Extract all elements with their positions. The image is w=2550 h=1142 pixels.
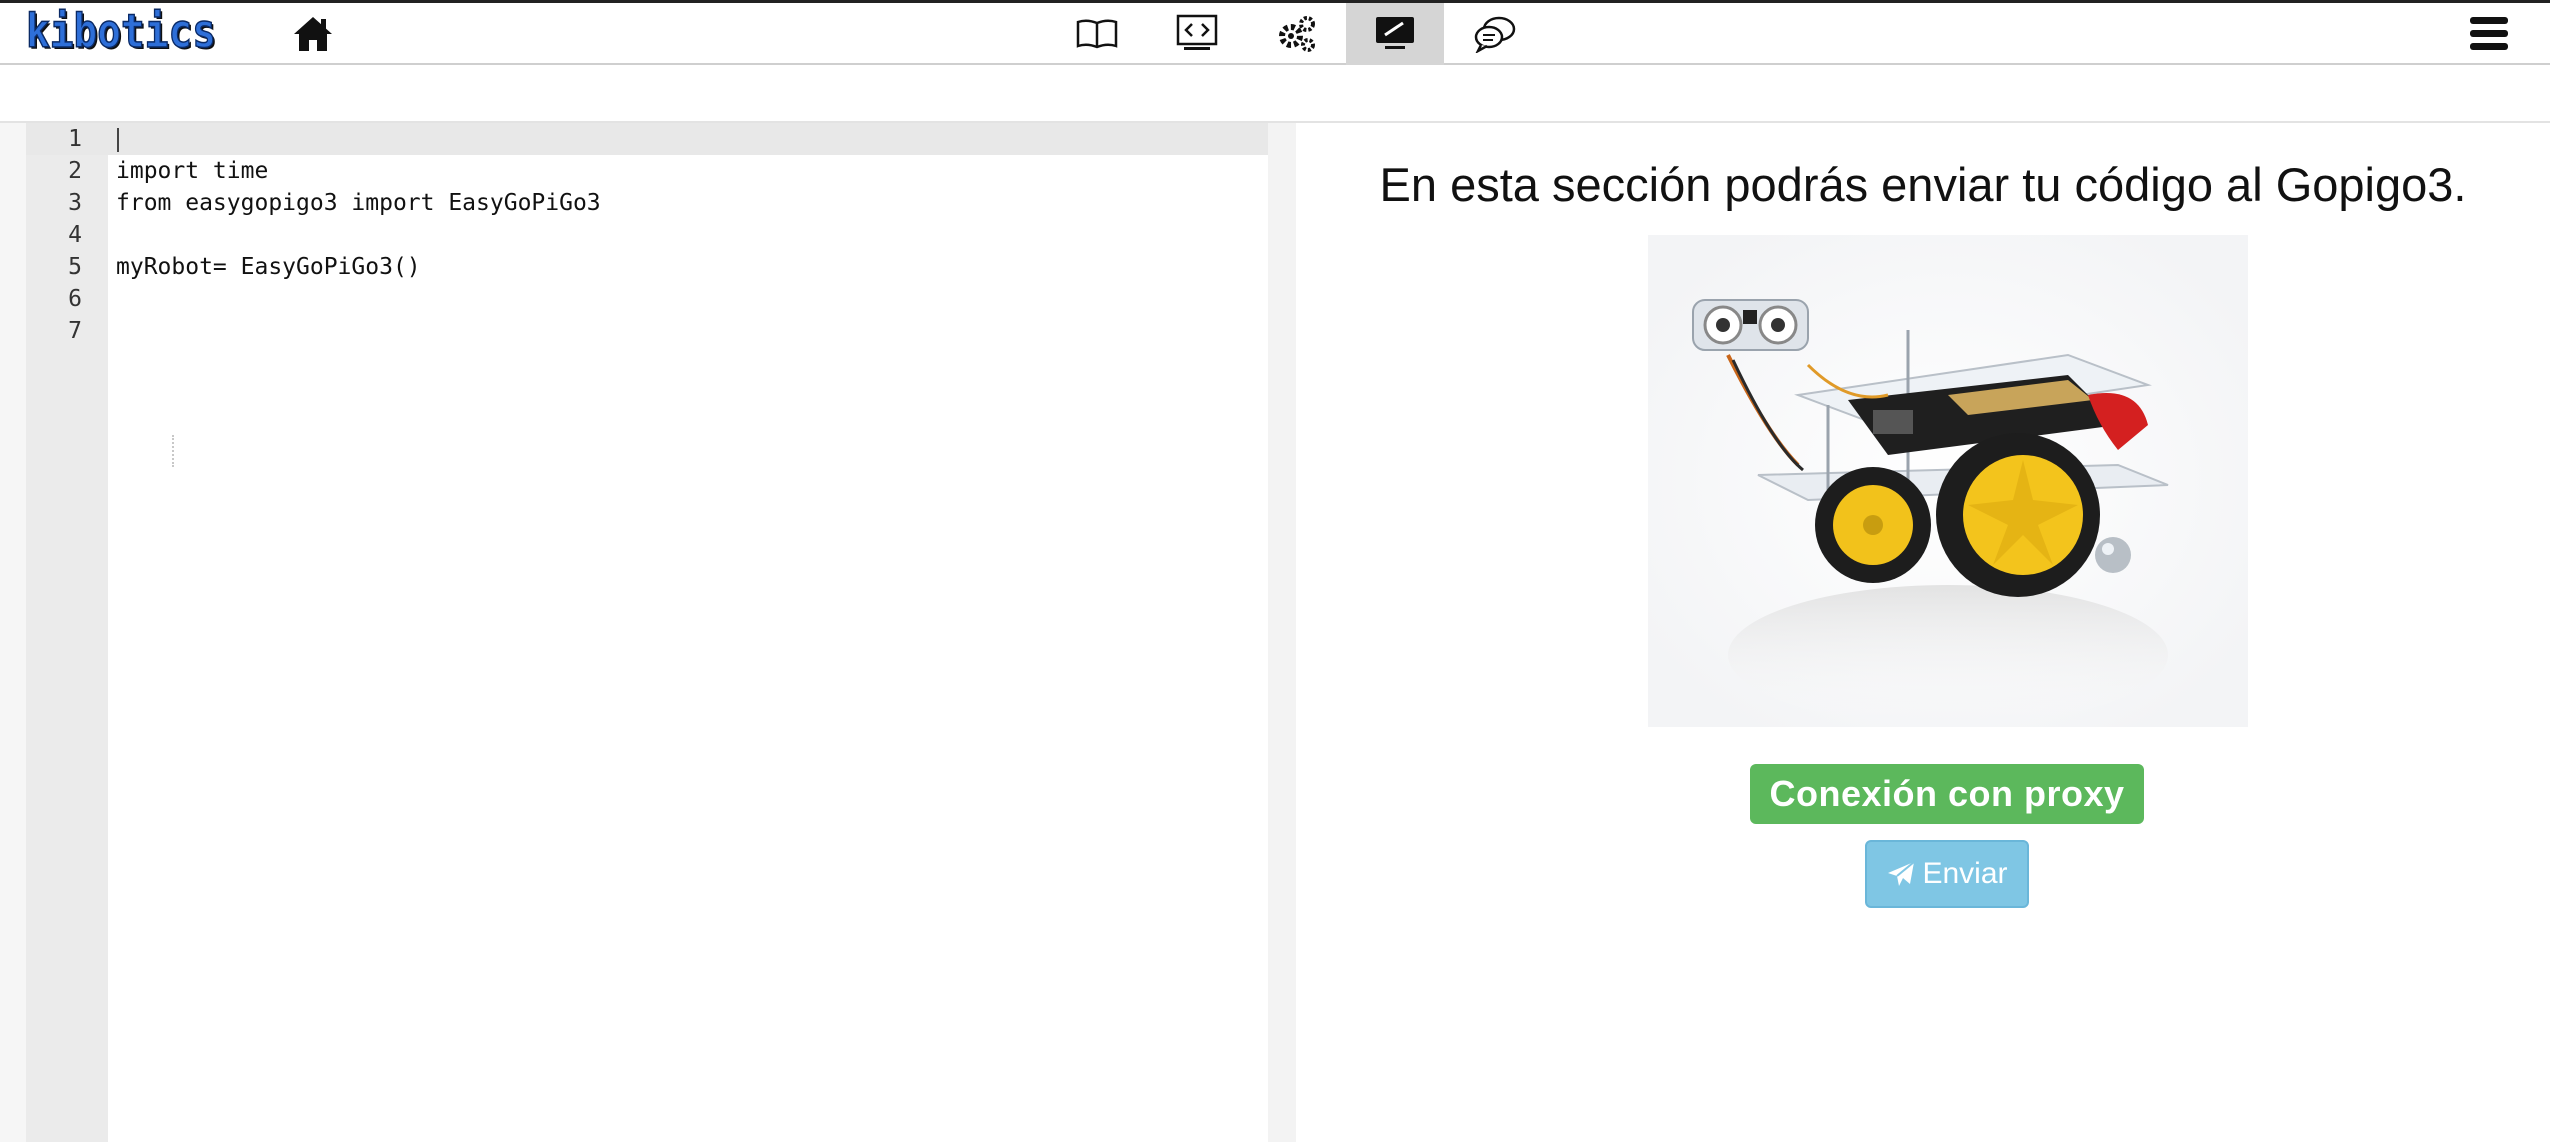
robot-panel: En esta sección podrás enviar tu código … [1296, 123, 2550, 1142]
send-button[interactable]: Enviar [1865, 840, 2029, 908]
menu-button[interactable] [2458, 3, 2520, 65]
forum-tab[interactable] [1446, 3, 1544, 65]
gears-icon [1279, 16, 1315, 52]
book-icon [1076, 19, 1118, 49]
code-line[interactable]: from easygopigo3 import EasyGoPiGo3 [116, 187, 601, 219]
proxy-connection-button[interactable]: Conexión con proxy [1750, 764, 2144, 824]
line-number: 4 [68, 222, 82, 248]
code-line[interactable]: import time [116, 155, 268, 187]
svg-text:kibotics: kibotics [26, 7, 216, 58]
line-number: 3 [68, 190, 82, 216]
config-tab[interactable] [1248, 3, 1346, 65]
home-icon [294, 17, 332, 51]
code-line[interactable]: myRobot= EasyGoPiGo3() [116, 251, 421, 283]
text-cursor [117, 128, 119, 152]
active-line-highlight [26, 123, 1268, 155]
paper-plane-icon [1888, 861, 1916, 886]
sub-toolbar [0, 65, 2550, 123]
send-button-label: Enviar [1922, 857, 2008, 890]
kibotics-logo[interactable]: kibotics kibotics [26, 7, 222, 61]
theory-tab[interactable] [1048, 3, 1146, 65]
code-tab[interactable] [1148, 3, 1246, 65]
hamburger-menu-icon [2470, 17, 2508, 50]
line-number: 5 [68, 254, 82, 280]
line-number: 1 [68, 126, 82, 152]
panel-title: En esta sección podrás enviar tu código … [1379, 158, 2467, 211]
code-screen-icon [1176, 14, 1218, 50]
line-number: 2 [68, 158, 82, 184]
top-navbar: kibotics kibotics [0, 0, 2550, 65]
chat-icon [1474, 16, 1516, 53]
robot-tab[interactable] [1346, 3, 1444, 65]
monitor-icon [1376, 17, 1414, 49]
panel-splitter[interactable] [1268, 123, 1296, 1142]
code-editor[interactable]: 1 2 3 4 5 6 7 import time from easygopig… [0, 123, 1296, 1142]
line-number: 7 [68, 318, 82, 344]
indent-guide [172, 435, 174, 467]
home-button[interactable] [282, 3, 344, 65]
gopigo3-robot-image [1648, 235, 2248, 727]
line-number: 6 [68, 286, 82, 312]
